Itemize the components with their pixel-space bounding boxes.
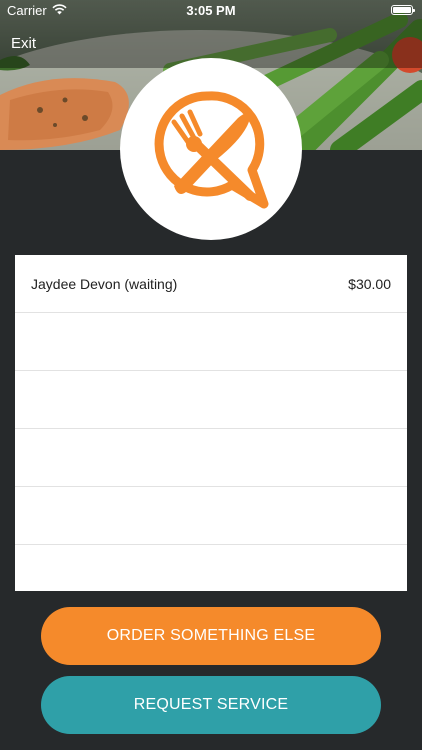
order-list: Jaydee Devon (waiting) $30.00 [15,255,407,591]
empty-row [15,371,407,429]
battery-icon [391,5,415,15]
empty-row [15,429,407,487]
exit-button[interactable]: Exit [11,35,36,52]
fork-knife-chat-icon [154,91,269,209]
empty-row [15,545,407,591]
order-name: Jaydee Devon (waiting) [31,276,178,292]
empty-row [15,313,407,371]
order-price: $30.00 [348,276,391,292]
status-bar: Carrier 3:05 PM [0,0,422,22]
restaurant-logo [120,58,302,240]
request-service-button[interactable]: REQUEST SERVICE [41,676,381,734]
empty-row [15,487,407,545]
order-row[interactable]: Jaydee Devon (waiting) $30.00 [15,255,407,313]
order-something-else-button[interactable]: ORDER SOMETHING ELSE [41,607,381,665]
clock: 3:05 PM [186,3,236,18]
